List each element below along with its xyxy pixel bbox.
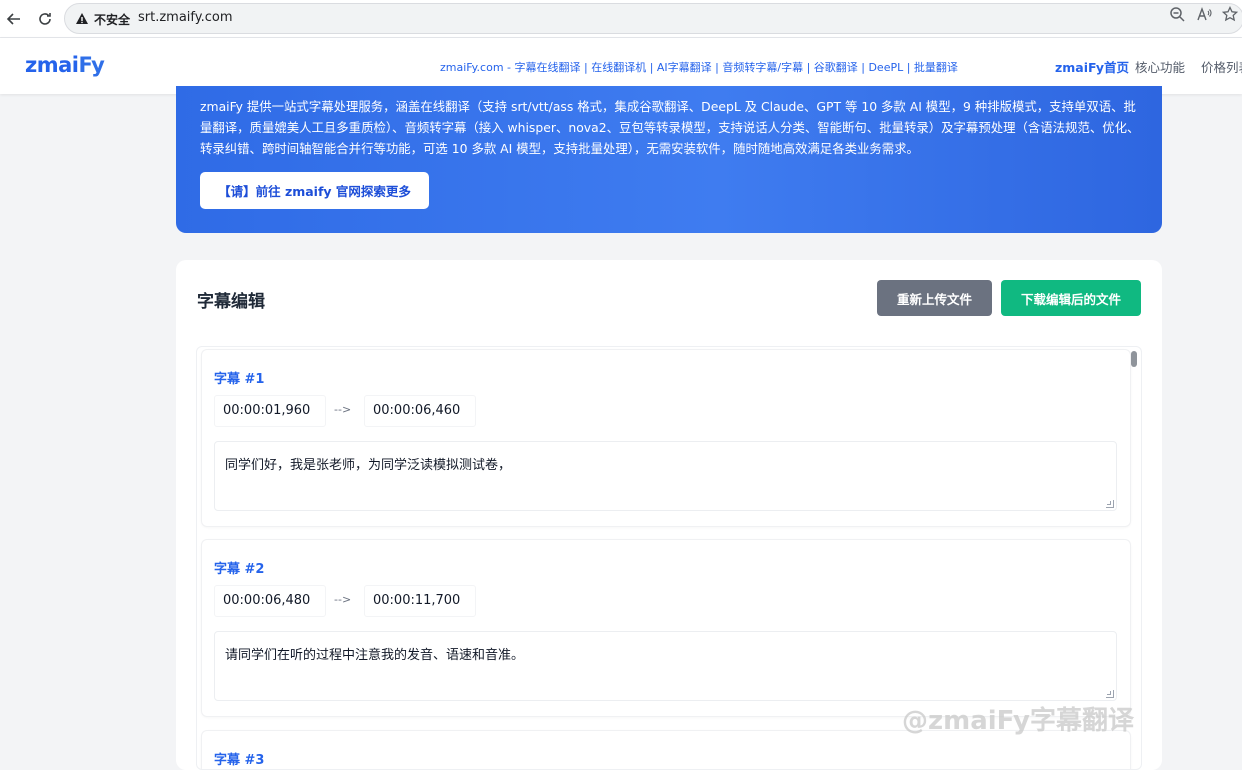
url-text[interactable]: srt.zmaify.com [138,10,233,25]
subtitle-text-input[interactable]: 同学们好，我是张老师，为同学泛读模拟测试卷， [214,441,1117,511]
header-nav-links[interactable]: zmaiFy.com - 字幕在线翻译 | 在线翻译机 | AI字幕翻译 | 音… [440,59,958,75]
zoom-icon[interactable] [1168,6,1186,24]
subtitle-label: 字幕 #2 [214,562,265,577]
hero-banner: zmaiFy 提供一站式字幕处理服务，涵盖在线翻译（支持 srt/vtt/ass… [176,86,1162,233]
subtitle-editor: 字幕编辑 重新上传文件 下载编辑后的文件 字幕 #1 00:00:01,960 … [176,260,1162,770]
insecure-label[interactable]: 不安全 [94,11,130,28]
logo-prefix: zmai [25,53,79,77]
logo[interactable]: zmaiFy [25,53,105,77]
nav-pricing-link[interactable]: 价格列表 [1201,57,1242,76]
nav-features-link[interactable]: 核心功能 [1135,57,1185,76]
back-arrow-icon[interactable] [4,9,24,29]
start-time-input[interactable]: 00:00:06,480 [214,585,326,617]
subtitle-label: 字幕 #1 [214,372,265,387]
subtitle-text-input[interactable]: 请同学们在听的过程中注意我的发音、语速和音准。 [214,631,1117,701]
time-arrow: --> [334,593,352,606]
subtitle-item: 字幕 #2 00:00:06,480 --> 00:00:11,700 请同学们… [201,539,1131,717]
subtitle-item: 字幕 #1 00:00:01,960 --> 00:00:06,460 同学们好… [201,349,1131,527]
reload-icon[interactable] [35,9,55,29]
hero-description: zmaiFy 提供一站式字幕处理服务，涵盖在线翻译（支持 srt/vtt/ass… [200,99,1140,156]
address-bar[interactable]: 不安全 srt.zmaify.com [64,3,1242,34]
watermark: @zmaiFy字幕翻译 [902,706,1134,736]
subtitle-label: 字幕 #3 [214,753,265,768]
explore-more-button[interactable]: 【请】前往 zmaify 官网探索更多 [200,172,429,209]
logo-suffix: Fy [78,53,105,77]
subtitle-text: 请同学们在听的过程中注意我的发音、语速和音准。 [225,648,525,663]
warning-icon[interactable] [75,11,90,26]
subtitle-text: 同学们好，我是张老师，为同学泛读模拟测试卷， [225,458,512,473]
browser-toolbar: 不安全 srt.zmaify.com [0,0,1242,38]
editor-title: 字幕编辑 [197,292,265,312]
reupload-button[interactable]: 重新上传文件 [877,280,992,316]
scrollbar-thumb[interactable] [1131,351,1137,367]
end-time-input[interactable]: 00:00:06,460 [364,395,476,427]
download-button[interactable]: 下载编辑后的文件 [1001,280,1141,316]
favorite-star-icon[interactable] [1221,5,1239,24]
time-arrow: --> [334,403,352,416]
resize-handle-icon[interactable] [1106,500,1114,508]
end-time-input[interactable]: 00:00:11,700 [364,585,476,617]
start-time-input[interactable]: 00:00:01,960 [214,395,326,427]
resize-handle-icon[interactable] [1106,690,1114,698]
read-aloud-icon[interactable] [1195,6,1213,24]
nav-home-link[interactable]: zmaiFy首页 [1055,57,1129,76]
